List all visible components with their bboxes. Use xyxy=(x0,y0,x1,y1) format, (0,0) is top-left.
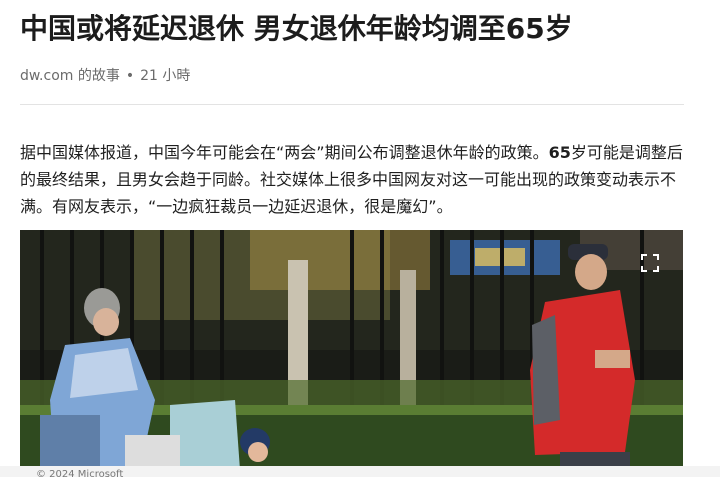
article-body: 据中国媒体报道，中国今年可能会在“两会”期间公布调整退休年龄的政策。65岁可能是… xyxy=(20,139,686,220)
byline-separator: • xyxy=(125,68,135,84)
article-page: 中国或将延迟退休 男女退休年龄均调至65岁 dw.com 的故事 • 21 小時 据… xyxy=(0,0,720,477)
article-headline: 中国或将延迟退休 男女退休年龄均调至65岁 xyxy=(20,12,573,45)
expand-icon[interactable] xyxy=(641,254,659,272)
copyright-text: © 2024 Microsoft xyxy=(36,469,124,477)
article-photo[interactable] xyxy=(20,230,683,470)
header-divider xyxy=(20,104,684,105)
body-text-part1: 据中国媒体报道，中国今年可能会在“两会”期间公布调整退休年龄的政策。 xyxy=(20,143,549,162)
article-byline: dw.com 的故事 • 21 小時 xyxy=(20,66,190,86)
body-text-bold-age: 65 xyxy=(548,143,571,162)
publish-time: 21 小時 xyxy=(140,68,191,84)
source-link[interactable]: dw.com 的故事 xyxy=(20,68,120,84)
footer-strip: © 2024 Microsoft xyxy=(0,466,720,477)
photo-illustration xyxy=(20,230,683,470)
